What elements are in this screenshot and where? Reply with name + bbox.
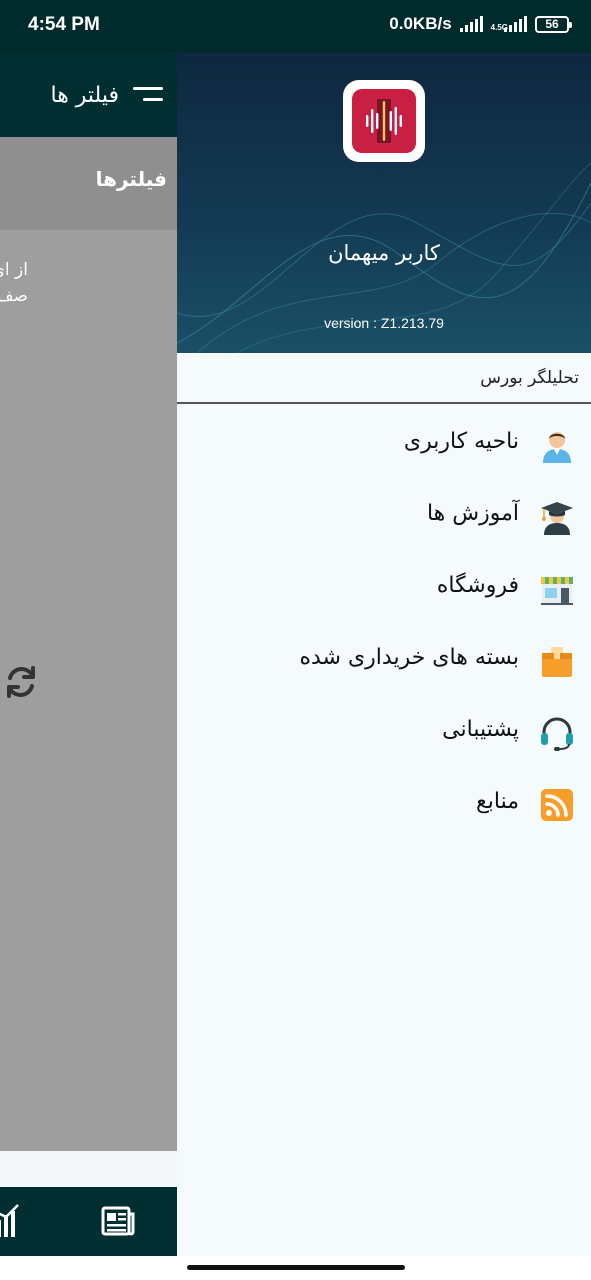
menu-item-resources[interactable]: منابع: [177, 777, 591, 837]
background-app: فیلتر ها فیلترها از ای صف: [0, 53, 177, 1256]
store-icon: [541, 577, 573, 605]
battery-icon: 56: [535, 15, 572, 33]
content-text-line: از ای: [0, 260, 28, 280]
menu-item-user-area[interactable]: ناحیه کاربری: [177, 417, 591, 477]
filters-section-header: فیلترها: [0, 137, 177, 230]
home-indicator-bar: [0, 1256, 591, 1280]
status-indicators: 0.0KB/s 4.5G 56: [389, 14, 572, 34]
menu-item-label: آموزش ها: [426, 501, 519, 526]
menu-item-purchased-packages[interactable]: بسته های خریداری شده: [177, 633, 591, 693]
battery-level: 56: [545, 17, 559, 31]
headset-icon: [541, 717, 573, 751]
content-strip: [0, 1151, 177, 1187]
menu-item-label: پشتیبانی: [442, 717, 519, 742]
news-icon[interactable]: [100, 1203, 136, 1239]
toolbar-title: فیلتر ها: [50, 83, 119, 108]
app-logo: [343, 80, 425, 162]
navigation-drawer: کاربر میهمان version : Z1.213.79 تحلیلگر…: [177, 53, 591, 1256]
content-text-line: صف: [0, 286, 28, 306]
section-title: فیلترها: [95, 167, 167, 191]
network-type-group: 4.5G: [491, 16, 527, 32]
sound-wave-icon: [352, 89, 416, 153]
divider: [177, 402, 591, 404]
app-version: version : Z1.213.79: [324, 315, 444, 331]
menu-item-label: بسته های خریداری شده: [299, 645, 519, 670]
filters-content: از ای صف: [0, 230, 177, 1151]
network-speed: 0.0KB/s: [389, 14, 452, 33]
status-bar: 4:54 PM 0.0KB/s 4.5G 56: [0, 0, 591, 53]
bottom-nav: [0, 1187, 177, 1256]
drawer-header: کاربر میهمان version : Z1.213.79: [177, 53, 591, 353]
signal-strength-icon: [459, 16, 483, 32]
menu-item-support[interactable]: پشتیبانی: [177, 705, 591, 765]
status-time: 4:54 PM: [28, 14, 100, 35]
menu-item-store[interactable]: فروشگاه: [177, 561, 591, 621]
home-indicator[interactable]: [187, 1265, 405, 1270]
chart-icon[interactable]: [0, 1203, 22, 1239]
menu-item-label: فروشگاه: [436, 573, 519, 598]
menu-item-education[interactable]: آموزش ها: [177, 489, 591, 549]
rss-icon: [541, 789, 573, 821]
user-icon: [543, 432, 571, 463]
refresh-icon[interactable]: [2, 663, 40, 701]
graduate-icon: [541, 502, 573, 535]
hamburger-menu-icon[interactable]: [133, 87, 163, 103]
drawer-subtitle: تحلیلگر بورس: [480, 368, 579, 388]
toolbar: فیلتر ها: [0, 53, 177, 137]
menu-item-label: منابع: [476, 789, 519, 814]
signal-strength-icon-2: [504, 16, 527, 32]
menu-item-label: ناحیه کاربری: [403, 429, 519, 454]
user-name: کاربر میهمان: [328, 241, 440, 265]
package-icon: [542, 647, 572, 677]
